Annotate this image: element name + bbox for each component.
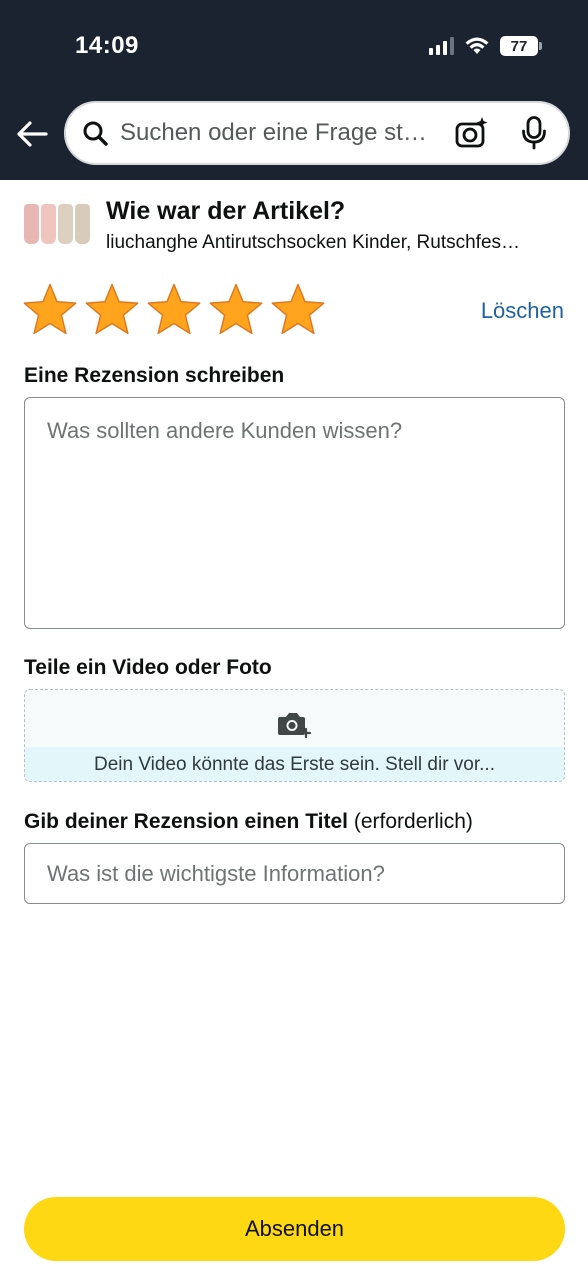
media-label: Teile ein Video oder Foto bbox=[24, 656, 272, 679]
product-thumbnail bbox=[24, 196, 94, 252]
product-summary: Wie war der Artikel? liuchanghe Antiruts… bbox=[24, 196, 564, 256]
back-arrow-icon[interactable] bbox=[14, 116, 50, 152]
wifi-icon bbox=[465, 37, 489, 54]
battery-icon: 77 bbox=[500, 36, 542, 56]
star-icon[interactable] bbox=[22, 282, 78, 338]
camera-add-icon[interactable] bbox=[277, 710, 313, 738]
clear-rating-link[interactable]: Löschen bbox=[481, 298, 564, 324]
star-icon[interactable] bbox=[146, 282, 202, 338]
search-input[interactable] bbox=[120, 119, 444, 147]
review-label: Eine Rezension schreiben bbox=[24, 364, 285, 387]
signal-icon bbox=[429, 37, 454, 55]
review-title-input[interactable] bbox=[24, 843, 565, 904]
title-label: Gib deiner Rezension einen Titel (erford… bbox=[24, 810, 473, 834]
page-title: Wie war der Artikel? bbox=[106, 197, 346, 225]
status-time: 14:09 bbox=[75, 32, 139, 59]
title-label-text: Gib deiner Rezension einen Titel bbox=[24, 810, 349, 833]
star-icon[interactable] bbox=[208, 282, 264, 338]
submit-button[interactable]: Absenden bbox=[24, 1197, 565, 1261]
title-label-required: (erforderlich) bbox=[353, 810, 473, 833]
review-textarea[interactable] bbox=[24, 397, 565, 629]
microphone-icon[interactable] bbox=[518, 115, 550, 151]
search-icon[interactable] bbox=[82, 120, 108, 146]
star-icon[interactable] bbox=[84, 282, 140, 338]
star-rating[interactable] bbox=[22, 282, 326, 338]
top-bar: 14:09 77 bbox=[0, 0, 588, 180]
media-upload-hint: Dein Video könnte das Erste sein. Stell … bbox=[25, 747, 564, 781]
camera-sparkle-icon[interactable] bbox=[454, 115, 490, 151]
star-icon[interactable] bbox=[270, 282, 326, 338]
product-name: liuchanghe Antirutschsocken Kinder, Ruts… bbox=[106, 232, 521, 253]
status-icons: 77 bbox=[429, 36, 542, 56]
search-bar[interactable] bbox=[64, 101, 570, 165]
media-upload-area[interactable]: Dein Video könnte das Erste sein. Stell … bbox=[24, 689, 565, 782]
